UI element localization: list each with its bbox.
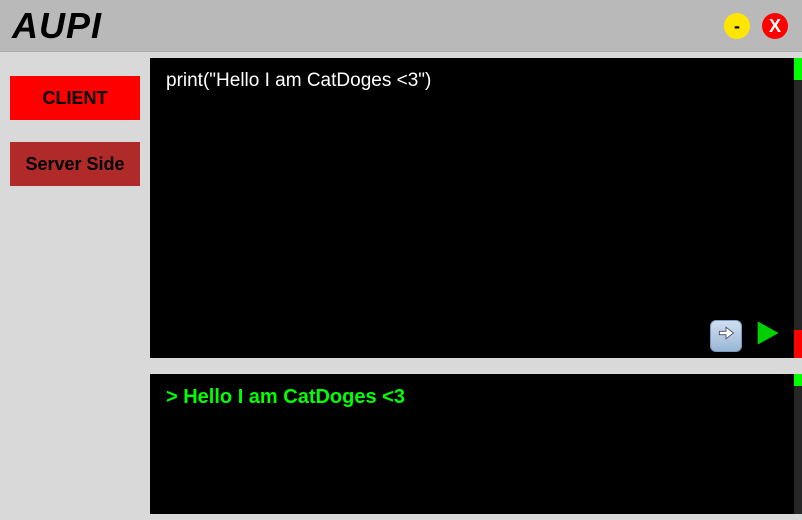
close-button[interactable]: X: [762, 13, 788, 39]
sidebar: CLIENT Server Side: [0, 52, 150, 520]
minimize-button[interactable]: -: [724, 13, 750, 39]
arrow-right-icon: [716, 323, 736, 349]
output-console[interactable]: > Hello I am CatDoges <3: [150, 374, 794, 514]
window-controls: - X: [724, 13, 788, 39]
play-icon: [753, 319, 781, 353]
scroll-track: [794, 80, 802, 330]
run-button[interactable]: [752, 321, 782, 351]
minimize-icon: -: [734, 17, 740, 35]
main-area: print("Hello I am CatDoges <3"): [150, 52, 802, 520]
output-scrollbar[interactable]: [794, 374, 802, 514]
server-tab-button[interactable]: Server Side: [10, 142, 140, 186]
scroll-marker-top: [794, 374, 802, 386]
output-line: > Hello I am CatDoges <3: [166, 386, 778, 409]
editor-actions: [710, 320, 782, 352]
step-button[interactable]: [710, 320, 742, 352]
client-tab-button[interactable]: CLIENT: [10, 76, 140, 120]
code-line: print("Hello I am CatDoges <3"): [166, 70, 778, 92]
scroll-marker-bottom: [794, 330, 802, 358]
editor-scrollbar[interactable]: [794, 58, 802, 358]
code-editor[interactable]: print("Hello I am CatDoges <3"): [150, 58, 794, 358]
output-panel-wrap: > Hello I am CatDoges <3: [150, 374, 802, 514]
content: CLIENT Server Side print("Hello I am Cat…: [0, 52, 802, 520]
app-title: AUPI: [12, 5, 724, 47]
editor-panel-wrap: print("Hello I am CatDoges <3"): [150, 58, 802, 358]
client-tab-label: CLIENT: [43, 88, 108, 109]
titlebar: AUPI - X: [0, 0, 802, 52]
scroll-marker-top: [794, 58, 802, 80]
close-icon: X: [769, 17, 781, 35]
scroll-track: [794, 386, 802, 514]
server-tab-label: Server Side: [25, 154, 124, 175]
